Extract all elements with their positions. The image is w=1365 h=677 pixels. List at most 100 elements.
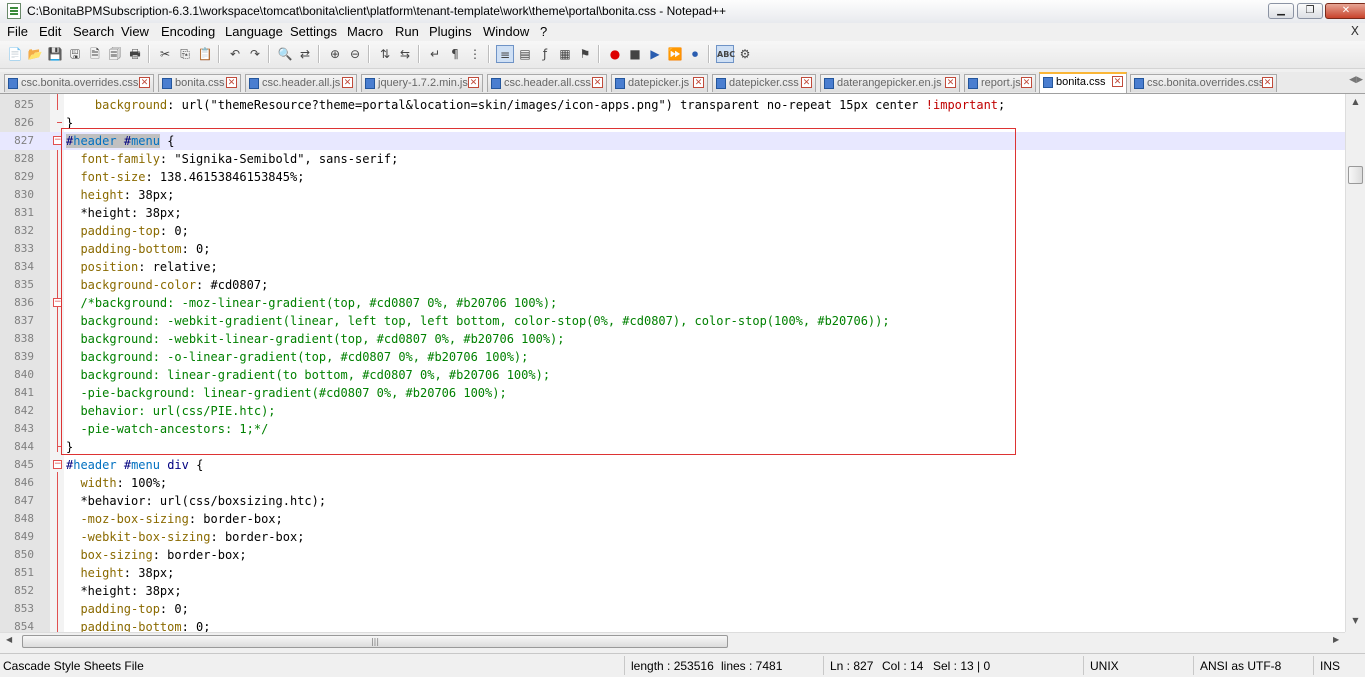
save-macro-icon[interactable]: ⏺	[686, 45, 704, 63]
file-icon	[365, 78, 375, 89]
find-icon[interactable]: 🔍	[276, 45, 294, 63]
user-language-icon[interactable]: ≡	[496, 45, 514, 63]
sync-horizontal-icon[interactable]: ⇆	[396, 45, 414, 63]
fold-collapse-icon[interactable]: −	[53, 460, 62, 469]
tab-scroll-arrows[interactable]: ◀▶	[1349, 75, 1363, 85]
tab-datepicker-js[interactable]: datepicker.js ✕	[611, 74, 708, 92]
menu-macro[interactable]: Macro	[347, 24, 383, 39]
tab-bonita-css[interactable]: bonita.css ✕	[158, 74, 241, 92]
close-tab-icon[interactable]: ✕	[801, 77, 812, 88]
scroll-left-icon[interactable]: ◀	[6, 635, 12, 644]
close-tab-icon[interactable]: ✕	[139, 77, 150, 88]
close-document-x[interactable]: X	[1351, 24, 1359, 38]
close-tab-icon[interactable]: ✕	[1262, 77, 1273, 88]
close-tab-icon[interactable]: ✕	[342, 77, 353, 88]
stop-record-icon[interactable]: ■	[626, 45, 644, 63]
fold-collapse-icon[interactable]: −	[53, 298, 62, 307]
close-all-icon[interactable]: 🗐	[106, 45, 124, 63]
scroll-down-icon[interactable]: ▼	[1349, 616, 1362, 629]
line-number: 837	[14, 314, 34, 327]
close-icon[interactable]: 🗎	[86, 45, 104, 63]
run-macro-multiple-icon[interactable]: ⏩	[666, 45, 684, 63]
close-tab-icon[interactable]: ✕	[592, 77, 603, 88]
menu-view[interactable]: View	[121, 24, 149, 39]
code-editor[interactable]: 825 background: url("themeResource?theme…	[0, 94, 1345, 632]
zoom-in-icon[interactable]: ⊕	[326, 45, 344, 63]
print-icon[interactable]: 🖶	[126, 45, 144, 63]
code-comment: behavior: url(css/PIE.htc);	[66, 404, 276, 418]
tab-csc-bonita-overrides-css[interactable]: csc.bonita.overrides.css ✕	[4, 74, 154, 92]
menu-encoding[interactable]: Encoding	[161, 24, 215, 39]
toolbar-separator	[268, 45, 270, 63]
menu-file[interactable]: File	[7, 24, 28, 39]
save-icon[interactable]: 💾	[46, 45, 64, 63]
doc-map-icon[interactable]: ▤	[516, 45, 534, 63]
vertical-scrollbar[interactable]: ▲ ▼	[1345, 94, 1365, 632]
code-comment: -pie-watch-ancestors: 1;*/	[66, 422, 269, 436]
indent-guide-icon[interactable]: ⋮	[466, 45, 484, 63]
code-text: font-family: "Signika-Semibold", sans-se…	[66, 152, 399, 166]
menu-window[interactable]: Window	[483, 24, 529, 39]
fold-collapse-icon[interactable]: −	[53, 136, 62, 145]
toolbar-separator	[148, 45, 150, 63]
save-all-icon[interactable]: 🖫	[66, 45, 84, 63]
line-number: 848	[14, 512, 34, 525]
toolbar-separator	[418, 45, 420, 63]
close-tab-icon[interactable]: ✕	[1021, 77, 1032, 88]
tab-csc-header-all-js[interactable]: csc.header.all.js ✕	[245, 74, 357, 92]
tab-daterangepicker-en-js[interactable]: daterangepicker.en.js ✕	[820, 74, 960, 92]
close-tab-icon[interactable]: ✕	[945, 77, 956, 88]
monitoring-icon[interactable]: ⚑	[576, 45, 594, 63]
scroll-up-icon[interactable]: ▲	[1349, 97, 1362, 110]
tab-csc-bonita-overrides-css-2[interactable]: csc.bonita.overrides.css ✕	[1130, 74, 1277, 92]
play-macro-icon[interactable]: ▶	[646, 45, 664, 63]
menu-settings[interactable]: Settings	[290, 24, 337, 39]
cut-icon[interactable]: ✂	[156, 45, 174, 63]
folder-workspace-icon[interactable]: ▦	[556, 45, 574, 63]
menu-search[interactable]: Search	[73, 24, 114, 39]
menu-run[interactable]: Run	[395, 24, 419, 39]
tab-jquery-min-js[interactable]: jquery-1.7.2.min.js ✕	[361, 74, 483, 92]
maximize-button[interactable]: ❐	[1297, 3, 1323, 19]
record-macro-icon[interactable]: ●	[606, 45, 624, 63]
close-tab-icon[interactable]: ✕	[226, 77, 237, 88]
menu-language[interactable]: Language	[225, 24, 283, 39]
word-wrap-icon[interactable]: ↵	[426, 45, 444, 63]
redo-icon[interactable]: ↷	[246, 45, 264, 63]
tab-datepicker-css[interactable]: datepicker.css ✕	[712, 74, 816, 92]
close-button[interactable]: ✕	[1325, 3, 1365, 19]
minimize-button[interactable]: ▁	[1268, 3, 1294, 19]
file-icon	[491, 78, 501, 89]
sync-vertical-icon[interactable]: ⇅	[376, 45, 394, 63]
scroll-right-icon[interactable]: ▶	[1333, 635, 1339, 644]
new-file-icon[interactable]: 📄	[6, 45, 24, 63]
tab-csc-header-all-css[interactable]: csc.header.all.css ✕	[487, 74, 607, 92]
close-tab-icon[interactable]: ✕	[1112, 76, 1123, 87]
status-eol-format: UNIX	[1090, 659, 1119, 673]
line-number: 830	[14, 188, 34, 201]
menu-edit[interactable]: Edit	[39, 24, 61, 39]
plugin-icon[interactable]: ⚙	[736, 45, 754, 63]
vertical-scroll-thumb[interactable]	[1348, 166, 1363, 184]
menu-plugins[interactable]: Plugins	[429, 24, 472, 39]
spellcheck-icon[interactable]: ABC	[716, 45, 735, 63]
code-line: 828 font-family: "Signika-Semibold", san…	[0, 150, 1345, 168]
tab-report-js[interactable]: report.js ✕	[964, 74, 1036, 92]
undo-icon[interactable]: ↶	[226, 45, 244, 63]
file-icon	[716, 78, 726, 89]
open-file-icon[interactable]: 📂	[26, 45, 44, 63]
menu-help[interactable]: ?	[540, 24, 547, 39]
function-list-icon[interactable]: ƒ	[536, 45, 554, 63]
close-tab-icon[interactable]: ✕	[468, 77, 479, 88]
horizontal-scrollbar[interactable]: ◀ ||| ▶	[0, 632, 1345, 650]
horizontal-scroll-thumb[interactable]: |||	[22, 635, 728, 648]
tab-bonita-css-active[interactable]: bonita.css ✕	[1039, 72, 1127, 93]
close-tab-icon[interactable]: ✕	[693, 77, 704, 88]
file-icon	[968, 78, 978, 89]
code-text: *height: 38px;	[66, 206, 182, 220]
zoom-out-icon[interactable]: ⊖	[346, 45, 364, 63]
copy-icon[interactable]: ⎘	[176, 45, 194, 63]
replace-icon[interactable]: ⇄	[296, 45, 314, 63]
paste-icon[interactable]: 📋	[196, 45, 214, 63]
show-all-chars-icon[interactable]: ¶	[446, 45, 464, 63]
